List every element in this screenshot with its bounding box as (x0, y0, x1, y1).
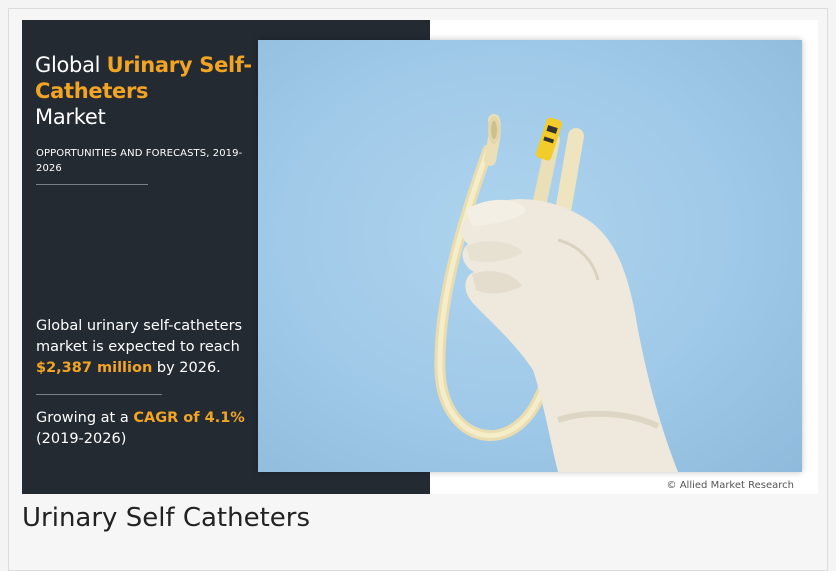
stat-text: Global urinary self-catheters market is … (36, 318, 243, 355)
growth-value: CAGR of 4.1% (133, 410, 245, 426)
growth-period: (2019-2026) (36, 431, 127, 447)
stat-suffix: by 2026. (152, 360, 221, 376)
infographic-subtitle: OPPORTUNITIES AND FORECASTS, 2019-2026 (36, 148, 243, 174)
title-suffix: Market (35, 105, 106, 129)
market-size-statement: Global urinary self-catheters market is … (36, 316, 272, 379)
market-infographic-image: Global Urinary Self-Catheters Market OPP… (22, 20, 818, 494)
image-caption: Urinary Self Catheters (22, 503, 311, 533)
divider (36, 394, 162, 395)
copyright-credit: © Allied Market Research (666, 480, 794, 491)
catheter-photo (258, 40, 802, 472)
stat-value: $2,387 million (36, 360, 153, 376)
infographic-title: Global Urinary Self-Catheters Market (35, 52, 255, 130)
growth-prefix: Growing at a (36, 410, 134, 426)
growth-statement: Growing at a CAGR of 4.1% (2019-2026) (36, 408, 272, 450)
divider (36, 184, 148, 185)
gloved-hand-catheter-illustration (434, 114, 678, 472)
title-prefix: Global (35, 53, 107, 77)
